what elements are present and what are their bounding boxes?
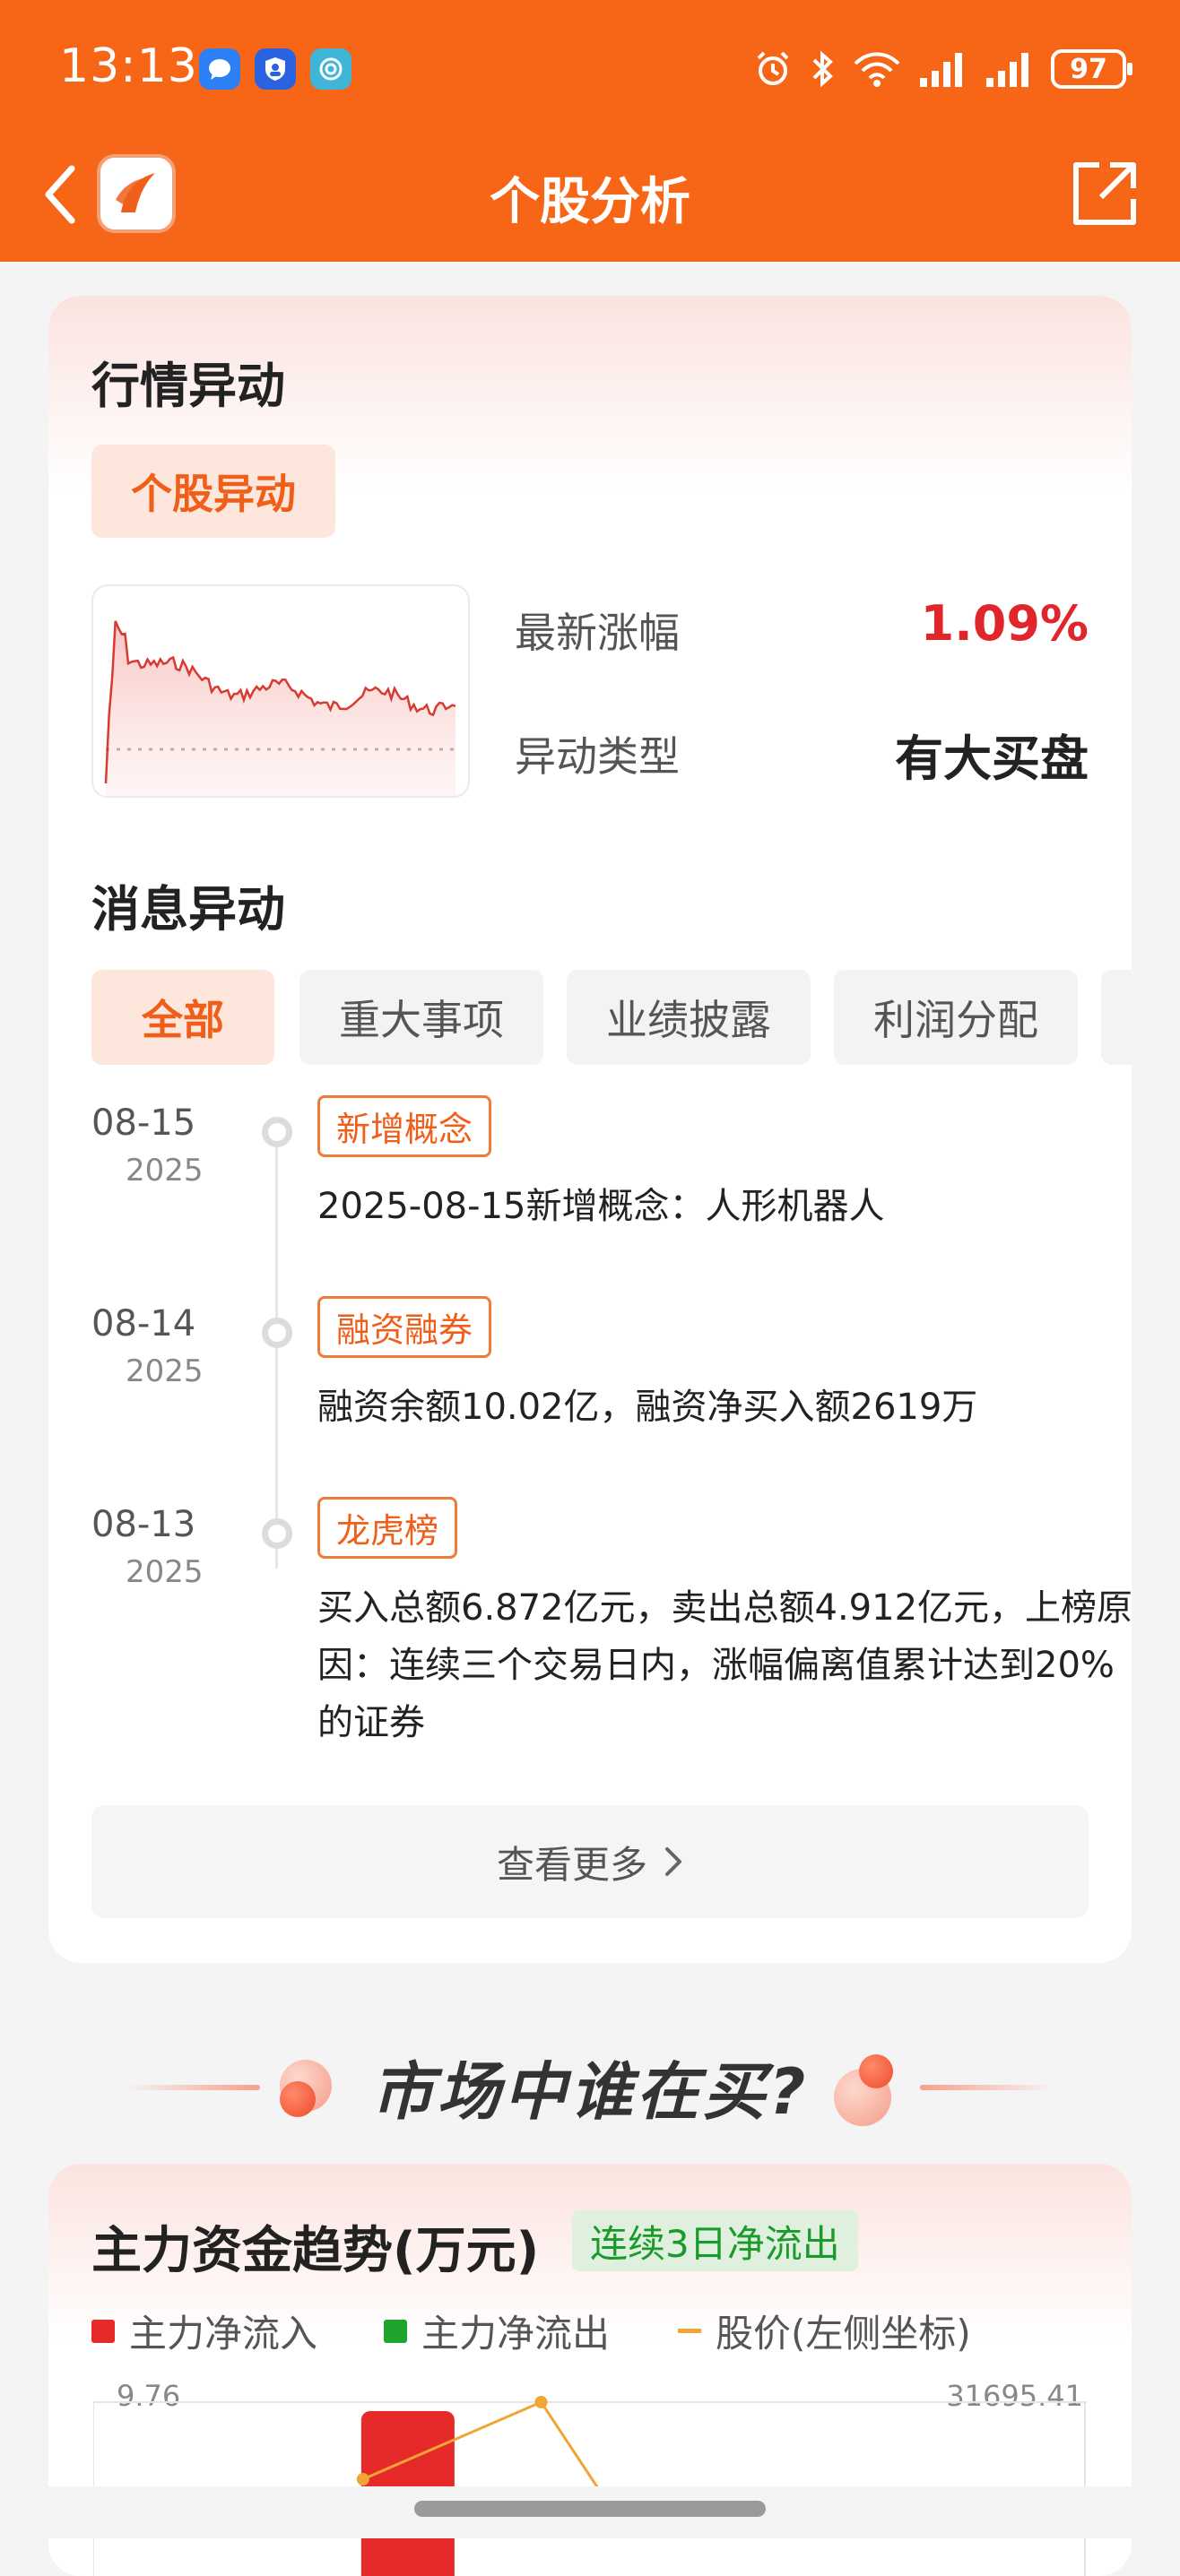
- message-icon: [199, 48, 240, 90]
- nav-bar: 个股分析: [0, 134, 1180, 262]
- decor-ball-right-small: [859, 2054, 893, 2088]
- news-anomaly-title: 消息异动: [91, 881, 285, 938]
- chevron-right-icon: [665, 1847, 681, 1876]
- item-date: 08-14: [91, 1303, 196, 1344]
- timeline-dot: [262, 1518, 292, 1549]
- gesture-bar: [0, 2486, 1180, 2538]
- intraday-mini-chart[interactable]: [91, 584, 470, 798]
- tab-more-partial[interactable]: [1101, 970, 1132, 1065]
- capital-trend-title: 主力资金趋势(万元): [91, 2222, 540, 2280]
- view-more-button[interactable]: 查看更多: [91, 1805, 1089, 1918]
- stock-anomaly-tag[interactable]: 个股异动: [91, 445, 335, 538]
- price-swatch: [678, 2329, 701, 2333]
- status-time: 13:13: [59, 39, 198, 93]
- item-date: 08-13: [91, 1504, 196, 1545]
- latest-change-label: 最新涨幅: [515, 609, 680, 657]
- legend-outflow[interactable]: 主力净流出: [384, 2304, 610, 2358]
- inflow-swatch: [91, 2319, 115, 2343]
- timeline-item[interactable]: 08-14 2025 融资融券 融资余额10.02亿，融资净买入额2619万: [91, 1296, 1132, 1482]
- legend-inflow[interactable]: 主力净流入: [91, 2304, 317, 2358]
- alarm-icon: [757, 51, 789, 85]
- intraday-sparkline: [104, 620, 456, 796]
- market-anomaly-title: 行情异动: [91, 358, 285, 414]
- item-tag: 融资融券: [317, 1296, 492, 1358]
- signal-icon: [920, 53, 962, 87]
- sparkline-area: [106, 620, 456, 796]
- net-outflow-badge: 连续3日净流出: [572, 2210, 858, 2271]
- capital-trend-chart[interactable]: [93, 2393, 1087, 2576]
- item-year: 2025: [126, 1353, 204, 1389]
- bluetooth-icon: [812, 50, 833, 88]
- battery-indicator: 97: [1051, 49, 1132, 89]
- tab-profit-distribution[interactable]: 利润分配: [834, 970, 1078, 1065]
- share-icon: [1073, 162, 1136, 225]
- item-text: 2025-08-15新增概念：人形机器人: [317, 1186, 885, 1227]
- item-tag: 新增概念: [317, 1095, 492, 1157]
- home-indicator[interactable]: [414, 2501, 766, 2517]
- app-header: 13:13 97 个股分析: [0, 0, 1180, 262]
- timeline-item[interactable]: 08-13 2025 龙虎榜 买入总额6.872亿元，卖出总额4.912亿元，上…: [91, 1497, 1132, 1791]
- legend-price-label: 股价(左侧坐标): [716, 2312, 971, 2356]
- wifi-icon: [854, 52, 900, 87]
- decor-line-right: [920, 2085, 1054, 2090]
- timeline-item[interactable]: 08-15 2025 新增概念 2025-08-15新增概念：人形机器人: [91, 1095, 1132, 1282]
- status-icons: 97: [753, 47, 1132, 91]
- item-text: 买入总额6.872亿元，卖出总额4.912亿元，上榜原因：连续三个交易日内，涨幅…: [317, 1587, 1132, 1743]
- timeline-dot: [262, 1117, 292, 1147]
- share-button[interactable]: [1063, 154, 1144, 235]
- browser-app-icon: [310, 48, 351, 90]
- page-title: 个股分析: [490, 173, 690, 231]
- latest-change-value: 1.09%: [920, 595, 1089, 652]
- who-is-buying-banner: 市场中谁在买?: [0, 2017, 1180, 2151]
- view-more-label: 查看更多: [496, 1842, 647, 1887]
- anomaly-card: 行情异动 个股异动 最新涨幅 1.09% 异动类型 有大买盘 消息异动 全部 重…: [48, 296, 1132, 1963]
- tab-major-events[interactable]: 重大事项: [299, 970, 543, 1065]
- anomaly-type-value: 有大买盘: [895, 730, 1089, 787]
- shield-app-icon: [255, 48, 296, 90]
- price-point: [356, 2473, 369, 2485]
- item-year: 2025: [126, 1153, 204, 1189]
- news-filter-tabs: 全部 重大事项 业绩披露 利润分配: [91, 970, 1132, 1065]
- legend-price[interactable]: 股价(左侧坐标): [678, 2304, 971, 2358]
- status-bar: 13:13 97: [0, 0, 1180, 134]
- tab-earnings-disclosure[interactable]: 业绩披露: [567, 970, 811, 1065]
- item-year: 2025: [126, 1554, 204, 1590]
- item-tag: 龙虎榜: [317, 1497, 458, 1559]
- outflow-swatch: [384, 2319, 407, 2343]
- item-text: 融资余额10.02亿，融资净买入额2619万: [317, 1387, 978, 1428]
- legend-inflow-label: 主力净流入: [129, 2312, 318, 2356]
- legend-outflow-label: 主力净流出: [421, 2312, 611, 2356]
- tab-all[interactable]: 全部: [91, 970, 274, 1065]
- timeline-dot: [262, 1318, 292, 1348]
- price-point: [534, 2396, 548, 2408]
- anomaly-type-label: 异动类型: [515, 732, 680, 781]
- signal-icon: [986, 53, 1028, 87]
- item-date: 08-15: [91, 1102, 196, 1144]
